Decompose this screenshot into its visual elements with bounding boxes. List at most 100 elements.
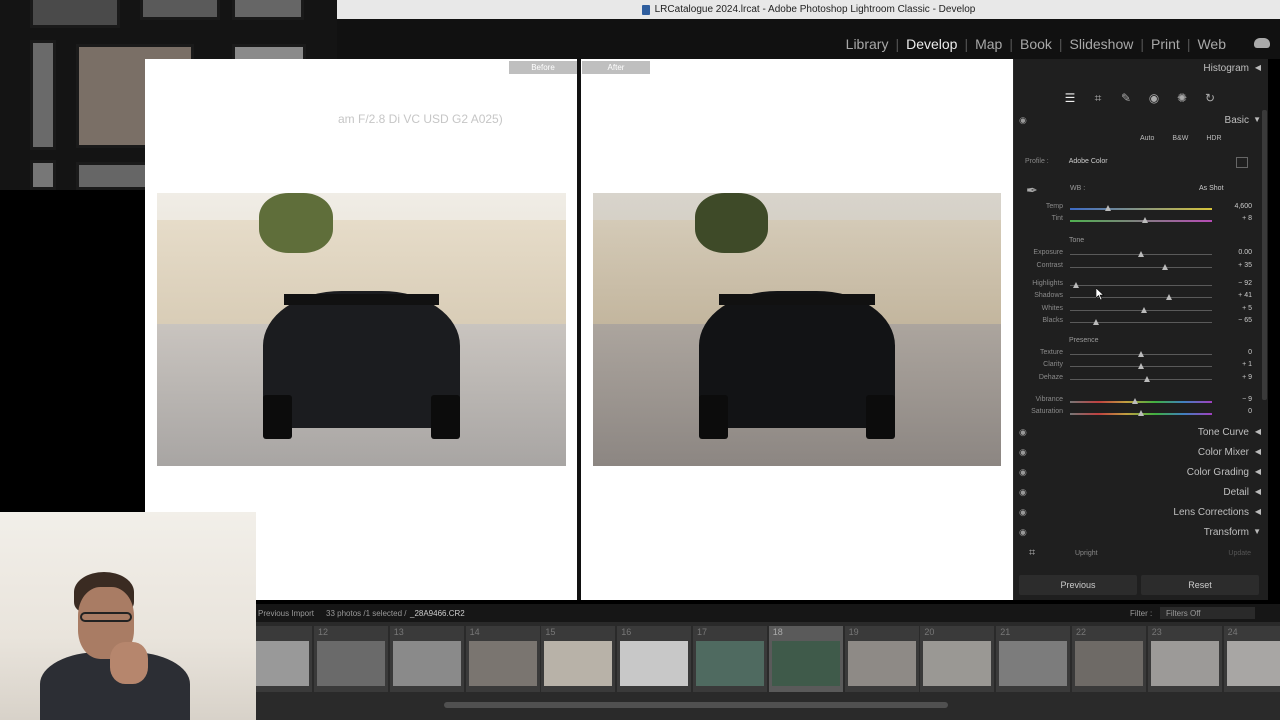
slider-value[interactable]: − 92: [1222, 280, 1252, 287]
previous-button[interactable]: Previous: [1019, 575, 1137, 595]
slider-whites[interactable]: Whites + 5: [1030, 305, 1252, 316]
film-cell[interactable]: 23: [1147, 626, 1223, 692]
slider-vibrance[interactable]: Vibrance − 9: [1030, 396, 1252, 407]
film-cell[interactable]: 14: [465, 626, 541, 692]
slider-value[interactable]: 4,600: [1222, 203, 1252, 210]
slider-value[interactable]: + 1: [1222, 361, 1252, 368]
slider-contrast[interactable]: Contrast + 35: [1030, 262, 1252, 273]
slider-track[interactable]: [1070, 363, 1212, 369]
slider-texture[interactable]: Texture 0: [1030, 349, 1252, 360]
transform-crop-icon[interactable]: ⌗: [1029, 547, 1035, 560]
slider-knob[interactable]: [1092, 319, 1099, 325]
section-lens-corrections[interactable]: ◉ Lens Corrections ◀: [1019, 507, 1261, 521]
slider-track[interactable]: [1070, 205, 1212, 211]
basic-header[interactable]: ◉ Basic ▼: [1019, 115, 1261, 127]
slider-value[interactable]: 0.00: [1222, 249, 1252, 256]
slider-knob[interactable]: [1138, 251, 1144, 257]
eye-icon[interactable]: ◉: [1019, 427, 1027, 438]
section-detail[interactable]: ◉ Detail ◀: [1019, 487, 1261, 501]
reset-tool-icon[interactable]: ↻: [1202, 90, 1218, 106]
bw-button[interactable]: B&W: [1172, 135, 1188, 142]
eye-icon[interactable]: ◉: [1019, 447, 1027, 458]
slider-value[interactable]: + 5: [1222, 305, 1252, 312]
slider-value[interactable]: 0: [1222, 349, 1252, 356]
slider-saturation[interactable]: Saturation 0: [1030, 408, 1252, 419]
slider-knob[interactable]: [1138, 351, 1144, 357]
slider-track[interactable]: [1070, 294, 1212, 300]
profile-browser-icon[interactable]: [1236, 157, 1248, 168]
eye-icon[interactable]: ◉: [1019, 507, 1027, 518]
masking-icon[interactable]: ✺: [1174, 90, 1190, 106]
slider-track[interactable]: [1070, 251, 1212, 257]
section-transform[interactable]: ◉ Transform ▼: [1019, 527, 1261, 541]
slider-value[interactable]: 0: [1222, 408, 1252, 415]
slider-track[interactable]: [1070, 351, 1212, 357]
slider-value[interactable]: + 8: [1222, 215, 1252, 222]
slider-value[interactable]: − 65: [1222, 317, 1252, 324]
slider-knob[interactable]: [1105, 205, 1112, 211]
slider-knob[interactable]: [1138, 410, 1144, 416]
film-cell[interactable]: 22: [1072, 626, 1147, 692]
slider-track[interactable]: [1070, 307, 1212, 313]
slider-value[interactable]: + 9: [1222, 374, 1252, 381]
slider-knob[interactable]: [1142, 217, 1149, 223]
before-photo[interactable]: [157, 193, 566, 466]
eye-icon[interactable]: ◉: [1019, 487, 1027, 498]
update-button[interactable]: Update: [1228, 550, 1251, 557]
slider-track[interactable]: [1070, 282, 1212, 288]
film-cell[interactable]: 20: [920, 626, 996, 692]
slider-dehaze[interactable]: Dehaze + 9: [1030, 374, 1252, 385]
panel-scrollbar[interactable]: [1262, 110, 1267, 400]
slider-knob[interactable]: [1140, 307, 1147, 313]
module-print[interactable]: Print: [1151, 36, 1180, 52]
slider-tint[interactable]: Tint + 8: [1030, 215, 1252, 226]
film-cell-partial[interactable]: [256, 626, 312, 692]
eye-icon[interactable]: ◉: [1019, 527, 1027, 538]
module-slideshow[interactable]: Slideshow: [1070, 36, 1134, 52]
slider-highlights[interactable]: Highlights − 92: [1030, 280, 1252, 291]
histogram-header[interactable]: Histogram ◀: [1019, 63, 1261, 75]
slider-knob[interactable]: [1166, 294, 1173, 300]
slider-knob[interactable]: [1143, 376, 1150, 382]
module-web[interactable]: Web: [1197, 36, 1226, 52]
film-cell[interactable]: 19: [844, 626, 920, 692]
film-cell[interactable]: 21: [996, 626, 1072, 692]
slider-track[interactable]: [1070, 410, 1212, 416]
slider-knob[interactable]: [1132, 398, 1139, 404]
module-map[interactable]: Map: [975, 36, 1002, 52]
after-photo[interactable]: [593, 193, 1001, 466]
film-cell[interactable]: 12: [314, 626, 389, 692]
slider-track[interactable]: [1070, 319, 1212, 325]
selected-filename[interactable]: _28A9466.CR2: [410, 609, 465, 618]
profile-select[interactable]: Adobe Color: [1069, 158, 1108, 165]
eye-icon[interactable]: ◉: [1019, 467, 1027, 478]
crop-icon[interactable]: ⌗: [1090, 90, 1106, 106]
module-library[interactable]: Library: [846, 36, 889, 52]
slider-knob[interactable]: [1072, 282, 1079, 288]
section-color-grading[interactable]: ◉ Color Grading ◀: [1019, 467, 1261, 481]
module-develop[interactable]: Develop: [906, 36, 957, 52]
section-tone-curve[interactable]: ◉ Tone Curve ◀: [1019, 427, 1261, 441]
reset-button[interactable]: Reset: [1141, 575, 1259, 595]
wb-eyedropper-icon[interactable]: ✒: [1026, 182, 1044, 200]
slider-clarity[interactable]: Clarity + 1: [1030, 361, 1252, 372]
slider-track[interactable]: [1070, 217, 1212, 223]
eye-icon[interactable]: ◉: [1019, 115, 1027, 126]
slider-track[interactable]: [1070, 264, 1212, 270]
slider-value[interactable]: + 41: [1222, 292, 1252, 299]
source-label[interactable]: Previous Import: [258, 609, 314, 618]
film-cell[interactable]: 17: [693, 626, 768, 692]
edit-sliders-icon[interactable]: ☰: [1062, 90, 1078, 106]
wb-select[interactable]: As Shot: [1199, 185, 1224, 192]
film-cell[interactable]: 16: [617, 626, 693, 692]
film-cell[interactable]: 24: [1223, 626, 1280, 692]
module-book[interactable]: Book: [1020, 36, 1052, 52]
slider-track[interactable]: [1070, 398, 1212, 404]
slider-blacks[interactable]: Blacks − 65: [1030, 317, 1252, 328]
slider-temp[interactable]: Temp 4,600: [1030, 203, 1252, 214]
auto-button[interactable]: Auto: [1140, 135, 1154, 142]
red-eye-icon[interactable]: ◉: [1146, 90, 1162, 106]
section-color-mixer[interactable]: ◉ Color Mixer ◀: [1019, 447, 1261, 461]
cloud-sync-icon[interactable]: [1254, 38, 1270, 48]
filmstrip-scrollbar[interactable]: [444, 702, 948, 708]
